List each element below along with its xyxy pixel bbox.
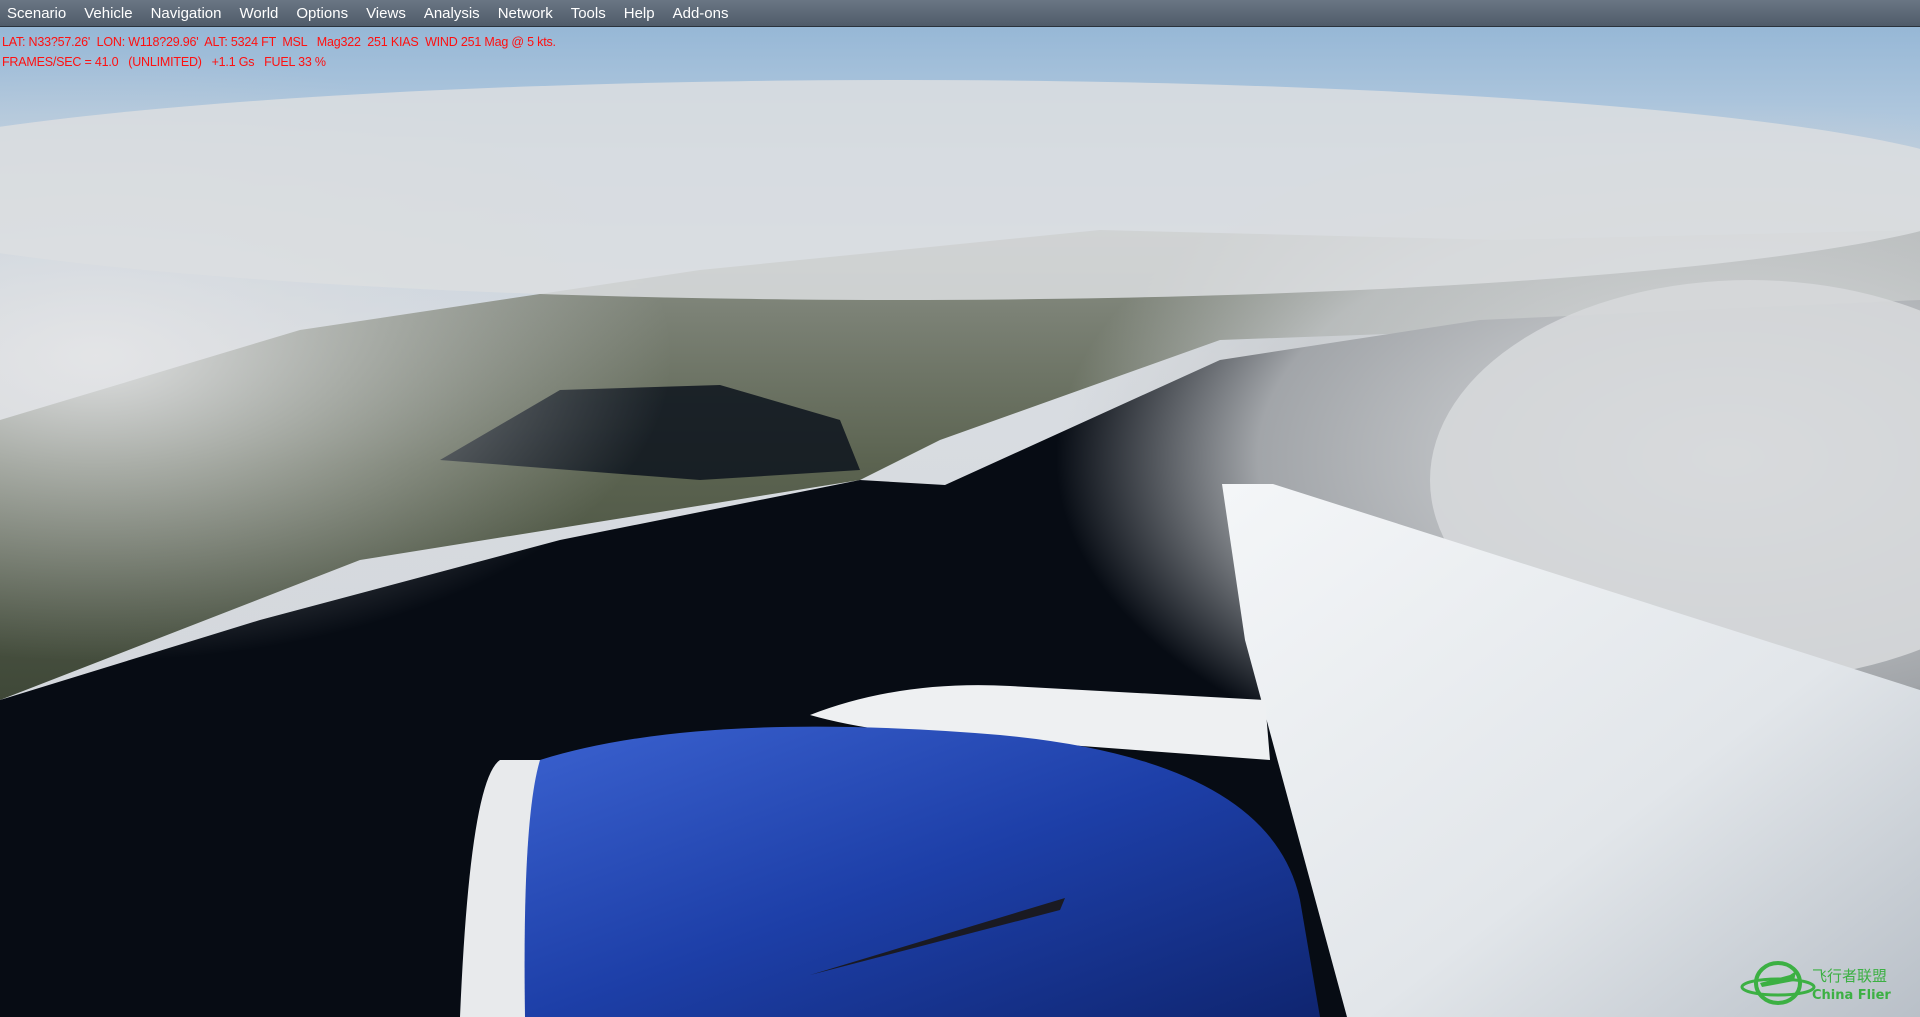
china-flier-watermark-logo: 飞行者联盟 China Flier [1740,961,1891,1005]
menu-vehicle[interactable]: Vehicle [76,5,142,22]
menu-network[interactable]: Network [490,5,563,22]
flight-view [0,0,1920,1017]
watermark-cn-text: 飞行者联盟 [1812,967,1887,985]
menu-views[interactable]: Views [358,5,416,22]
hud-position-readout: LAT: N33?57.26' LON: W118?29.96' ALT: 53… [2,35,556,49]
menu-add-ons[interactable]: Add-ons [665,5,739,22]
menu-navigation[interactable]: Navigation [143,5,232,22]
menu-help[interactable]: Help [616,5,665,22]
menu-analysis[interactable]: Analysis [416,5,490,22]
watermark-en-text: China Flier [1812,988,1891,1003]
menu-tools[interactable]: Tools [563,5,616,22]
menu-options[interactable]: Options [288,5,358,22]
hud-performance-readout: FRAMES/SEC = 41.0 (UNLIMITED) +1.1 Gs FU… [2,55,326,69]
menu-scenario[interactable]: Scenario [0,5,76,22]
menu-bar: Scenario Vehicle Navigation World Option… [0,0,1920,27]
menu-world[interactable]: World [231,5,288,22]
